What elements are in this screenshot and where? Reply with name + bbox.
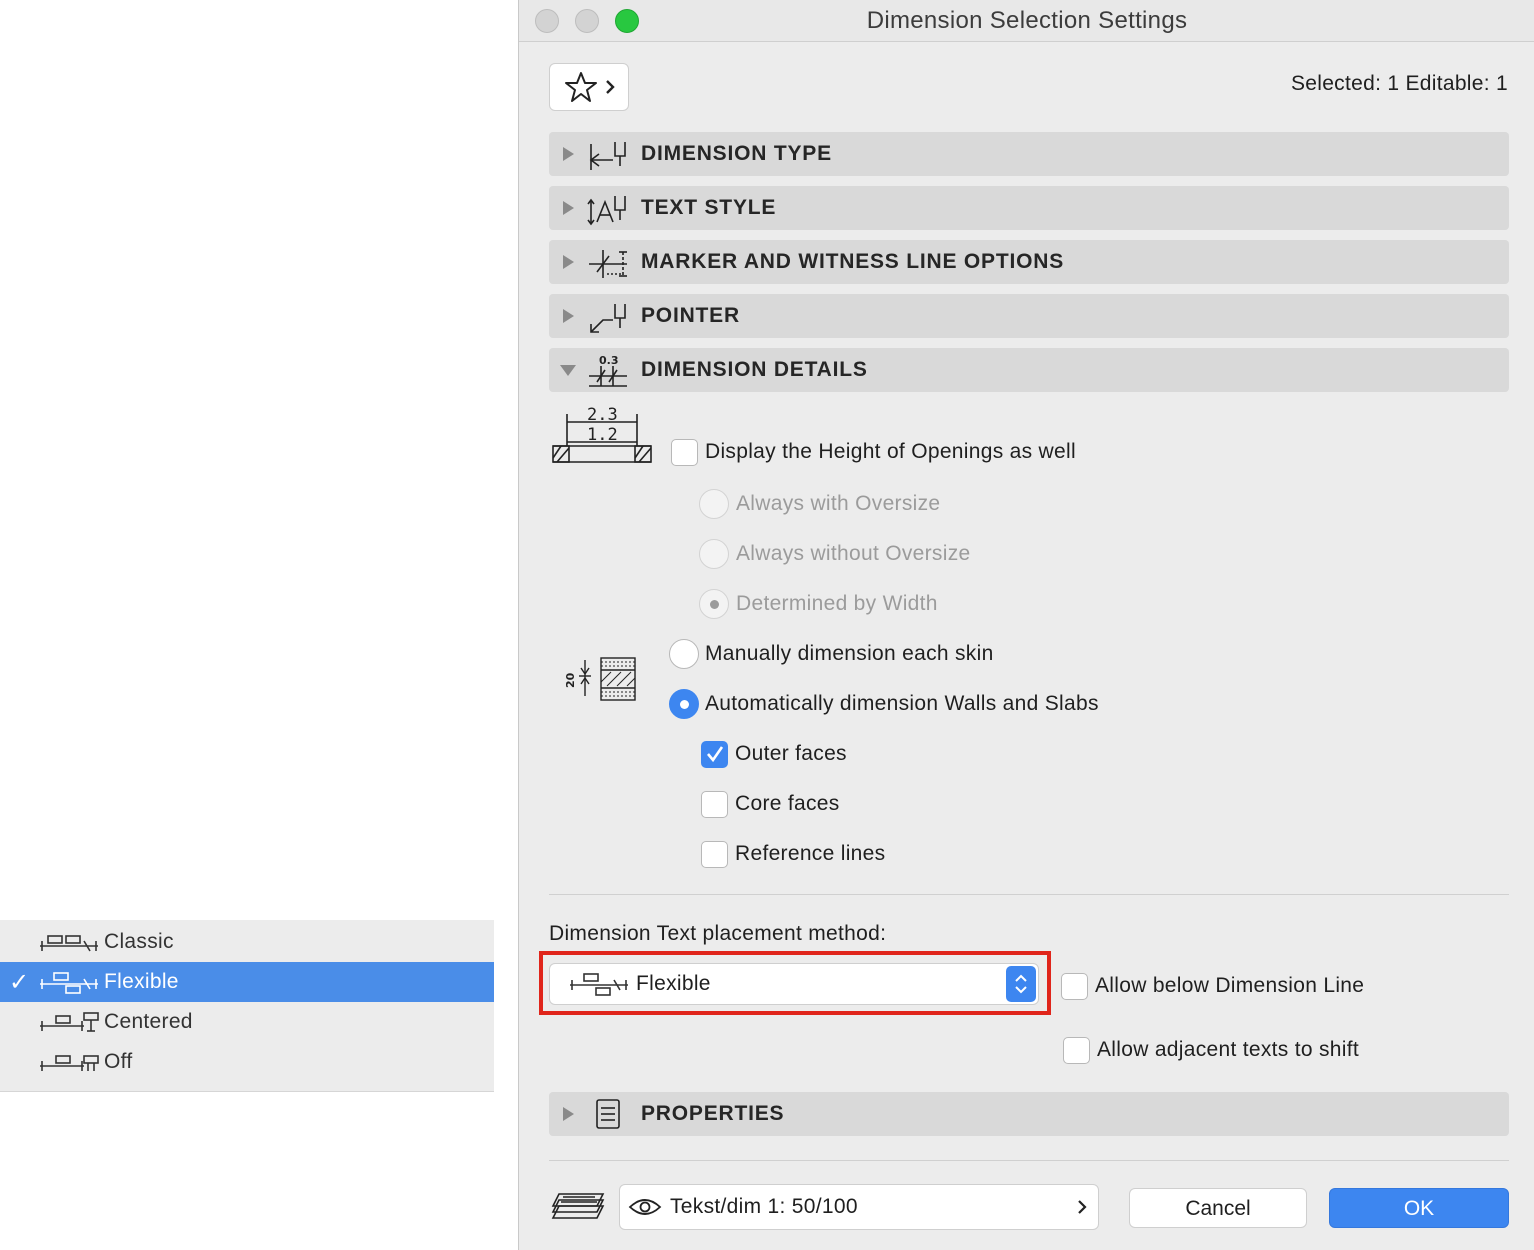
- allow-below-checkbox[interactable]: [1061, 972, 1088, 1000]
- ok-button[interactable]: OK: [1329, 1188, 1509, 1228]
- always-with-oversize-radio[interactable]: [699, 489, 729, 519]
- flexible-placement-icon: [568, 971, 630, 997]
- section-text-style[interactable]: TEXT STYLE: [549, 186, 1509, 230]
- selection-info: Selected: 1 Editable: 1: [1290, 72, 1508, 95]
- core-faces-option[interactable]: Core faces: [701, 787, 840, 821]
- marker-witness-icon: [587, 240, 641, 284]
- reference-lines-option[interactable]: Reference lines: [701, 837, 885, 871]
- dimension-settings-window: Dimension Selection Settings Selected: 1…: [518, 0, 1534, 1250]
- checkmark-icon: ✓: [8, 968, 30, 996]
- disclosure-right-icon: [549, 294, 587, 338]
- wall-skins-icon: 20: [561, 656, 641, 709]
- centered-placement-icon: [38, 1002, 104, 1042]
- divider: [549, 894, 1509, 895]
- disclosure-right-icon: [549, 132, 587, 176]
- svg-text:0.3: 0.3: [599, 354, 619, 367]
- outer-faces-checkbox[interactable]: [701, 740, 728, 768]
- eye-icon: [628, 1196, 662, 1218]
- flexible-placement-icon: [38, 962, 104, 1002]
- chevron-right-icon: [1076, 1199, 1088, 1215]
- classic-placement-icon: [38, 922, 104, 962]
- cancel-button[interactable]: Cancel: [1129, 1188, 1307, 1228]
- section-pointer[interactable]: POINTER: [549, 294, 1509, 338]
- automatic-walls-radio[interactable]: [669, 689, 699, 719]
- placement-method-menu: Classic ✓ Flexible Centered Off: [0, 920, 494, 1092]
- reference-lines-checkbox[interactable]: [701, 840, 728, 868]
- manual-skin-option[interactable]: Manually dimension each skin: [669, 637, 994, 671]
- off-placement-icon: [38, 1042, 104, 1082]
- allow-below-option[interactable]: Allow below Dimension Line: [1061, 969, 1364, 1003]
- menu-item-centered[interactable]: Centered: [0, 1002, 494, 1042]
- openings-height-icon: 2.3 1.2: [551, 402, 653, 473]
- oversize-by-width[interactable]: Determined by Width: [699, 587, 938, 621]
- disclosure-right-icon: [549, 1092, 587, 1136]
- outer-faces-option[interactable]: Outer faces: [701, 737, 847, 771]
- oversize-always-with[interactable]: Always with Oversize: [699, 487, 940, 521]
- pointer-icon: [587, 294, 641, 338]
- divider: [549, 1160, 1509, 1161]
- title-bar: Dimension Selection Settings: [519, 0, 1534, 42]
- allow-shift-checkbox[interactable]: [1063, 1036, 1090, 1064]
- layer-select[interactable]: Tekst/dim 1: 50/100: [619, 1184, 1099, 1230]
- placement-method-select[interactable]: Flexible: [549, 963, 1039, 1005]
- manual-skin-radio[interactable]: [669, 639, 699, 669]
- display-height-option[interactable]: Display the Height of Openings as well: [671, 435, 1076, 469]
- placement-method-label: Dimension Text placement method:: [549, 922, 887, 945]
- automatic-walls-option[interactable]: Automatically dimension Walls and Slabs: [669, 687, 1099, 721]
- disclosure-right-icon: [549, 240, 587, 284]
- disclosure-down-icon: [549, 348, 587, 392]
- window-title: Dimension Selection Settings: [866, 7, 1188, 34]
- menu-item-off[interactable]: Off: [0, 1042, 494, 1082]
- dimension-type-icon: [587, 132, 641, 176]
- allow-shift-option[interactable]: Allow adjacent texts to shift: [1063, 1033, 1359, 1067]
- section-marker-witness[interactable]: MARKER AND WITNESS LINE OPTIONS: [549, 240, 1509, 284]
- layers-icon: [551, 1188, 605, 1229]
- display-height-checkbox[interactable]: [671, 438, 698, 466]
- disclosure-right-icon: [549, 186, 587, 230]
- section-dimension-type[interactable]: DIMENSION TYPE: [549, 132, 1509, 176]
- section-properties[interactable]: PROPERTIES: [549, 1092, 1509, 1136]
- svg-text:20: 20: [564, 672, 577, 688]
- always-without-oversize-radio[interactable]: [699, 539, 729, 569]
- section-dimension-details[interactable]: 0.3 DIMENSION DETAILS: [549, 348, 1509, 392]
- select-stepper-icon: [1006, 966, 1036, 1002]
- menu-item-classic[interactable]: Classic: [0, 922, 494, 962]
- text-style-icon: [587, 186, 641, 230]
- properties-icon: [587, 1092, 641, 1136]
- dimension-details-icon: 0.3: [587, 348, 641, 392]
- menu-item-flexible[interactable]: ✓ Flexible: [0, 962, 494, 1002]
- core-faces-checkbox[interactable]: [701, 790, 728, 818]
- chevron-right-icon: [604, 79, 616, 95]
- favorites-button[interactable]: [549, 63, 629, 111]
- determined-by-width-radio[interactable]: [699, 589, 729, 619]
- oversize-always-without[interactable]: Always without Oversize: [699, 537, 970, 571]
- star-icon: [564, 70, 598, 104]
